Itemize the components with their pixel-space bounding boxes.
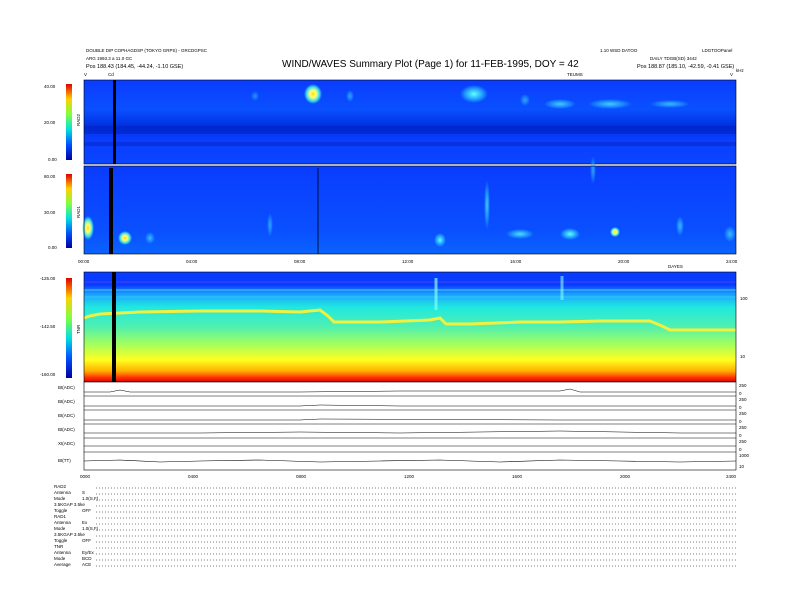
footer-row: 3.5KGAP 3.5ke bbox=[54, 502, 85, 507]
ancillary-panels bbox=[83, 381, 737, 471]
footer-row: Antenna Ey/Ex bbox=[54, 550, 94, 555]
tnr-ytick-mid: -142.50 bbox=[40, 324, 56, 329]
footer-row: TNR bbox=[54, 544, 63, 549]
anc-rtick: 250 bbox=[739, 439, 747, 444]
rad1-xtick: 00:00 bbox=[78, 259, 90, 264]
footer-row-key: Antenna bbox=[54, 550, 71, 555]
anc-label-6: Bt(TT) bbox=[58, 458, 71, 463]
anc-xtick: 1200 bbox=[404, 474, 415, 479]
anc-label-3: Bt(ADC) bbox=[58, 413, 75, 418]
data-gap-bar-tnr bbox=[112, 272, 116, 382]
anc-rtick: 0 bbox=[739, 405, 742, 410]
plot-canvas bbox=[66, 79, 737, 567]
rad2-colorbar bbox=[66, 84, 72, 160]
footer-row: RAD2 bbox=[54, 484, 66, 489]
footer-row: Mode BCD bbox=[54, 556, 92, 561]
footer-row-key: Mode bbox=[54, 496, 66, 501]
anc-rtick: 250 bbox=[739, 383, 747, 388]
rad1-ylabel: RAD1 bbox=[76, 205, 81, 218]
anc-rtick: 250 bbox=[739, 411, 747, 416]
rad2-ytick-bottom: 0.00 bbox=[48, 157, 57, 162]
footer-dotted-lines bbox=[96, 487, 736, 567]
footer-row-key: Antenna bbox=[54, 520, 71, 525]
anc-rtick: 0 bbox=[739, 447, 742, 452]
anc-xtick: 0000 bbox=[80, 474, 91, 479]
footer-row: 3.5KGAP 3.5ke bbox=[54, 532, 85, 537]
anc-xtick: 2400 bbox=[726, 474, 737, 479]
footer-row-key: Toggle bbox=[54, 538, 68, 543]
anc-rtick: 250 bbox=[739, 425, 747, 430]
footer-row: Toggle OFF bbox=[54, 538, 91, 543]
rad1-xtick: 16:00 bbox=[510, 259, 522, 264]
rad2-ytick-top: 40.00 bbox=[44, 84, 56, 89]
anc-xtick: 1600 bbox=[512, 474, 523, 479]
footer-row: Average ACE bbox=[54, 562, 91, 567]
footer-row-key: Mode bbox=[54, 556, 66, 561]
anc-rtick: 250 bbox=[739, 397, 747, 402]
rad1-xtick: 20:00 bbox=[618, 259, 630, 264]
footer-row: Antenna Ex bbox=[54, 520, 87, 525]
data-gap-bar-rad1 bbox=[109, 168, 113, 254]
anc-rtick: 0 bbox=[739, 419, 742, 424]
footer-row-key: TNR bbox=[54, 544, 64, 549]
footer-row-key: Average bbox=[54, 562, 71, 567]
anc-label-5: Xt(ADC) bbox=[58, 441, 75, 446]
anc-xtick: 0800 bbox=[296, 474, 307, 479]
footer-row-key: Antenna bbox=[54, 490, 71, 495]
rad2-ytick-mid: 20.00 bbox=[44, 120, 56, 125]
tnr-ytick-top: -125.00 bbox=[40, 276, 56, 281]
footer-row-value: S bbox=[82, 490, 86, 495]
anc-label-1: Bt(ADC) bbox=[58, 385, 75, 390]
rad2-spectrogram bbox=[83, 79, 737, 165]
rad1-ytick-bottom: 0.00 bbox=[48, 245, 57, 250]
anc-rtick: 10 bbox=[739, 464, 745, 469]
rad1-xtick: 12:00 bbox=[402, 259, 414, 264]
anc-rtick: 0 bbox=[739, 433, 742, 438]
footer-row-key: RAD1 bbox=[54, 514, 67, 519]
anc-rtick: 0 bbox=[739, 391, 742, 396]
rad1-xtick: 04:00 bbox=[186, 259, 198, 264]
rad1-xtick: 08:00 bbox=[294, 259, 306, 264]
anc-label-4: Bt(ADC) bbox=[58, 427, 75, 432]
footer-row: Mode 1.0(S,F) bbox=[54, 526, 98, 531]
tnr-ytick-bottom: -160.00 bbox=[40, 372, 56, 377]
footer-row-value: OFF bbox=[82, 508, 91, 513]
footer-row: RAD1 bbox=[54, 514, 66, 519]
anc-label-2: Bt(ADC) bbox=[58, 399, 75, 404]
tnr-right-tick-10: 10 bbox=[740, 354, 746, 359]
anc-xtick: 2000 bbox=[620, 474, 631, 479]
footer-row-value: ACE bbox=[82, 562, 92, 567]
footer-row-key: Toggle bbox=[54, 508, 68, 513]
footer-row-value: BCD bbox=[82, 556, 92, 561]
footer-row-value: OFF bbox=[82, 538, 91, 543]
rad1-colorbar bbox=[66, 174, 72, 248]
tnr-right-tick-100: 100 bbox=[740, 296, 748, 301]
tnr-colorbar bbox=[66, 278, 72, 378]
data-gap-bar-rad2 bbox=[113, 80, 116, 164]
rad1-x-extra-label: DAYES bbox=[668, 264, 683, 269]
footer-row-key: Mode bbox=[54, 526, 66, 531]
rad1-ytick-mid: 30.00 bbox=[44, 210, 56, 215]
tnr-ylabel: TNR bbox=[76, 324, 81, 334]
rad1-spectrogram bbox=[82, 156, 737, 255]
footer-row: Mode 1.0(S,F) bbox=[54, 496, 98, 501]
footer-row-value: 1.0(S,F) bbox=[82, 496, 99, 501]
footer-row-key: RAD2 bbox=[54, 484, 67, 489]
footer-row-key: 3.5KGAP 3.5ke bbox=[54, 532, 85, 537]
footer-row-value: Ey/Ex bbox=[82, 550, 94, 555]
footer-row-value: Ex bbox=[82, 520, 88, 525]
rad1-xtick: 24:00 bbox=[726, 259, 738, 264]
footer-row-value: 1.0(S,F) bbox=[82, 526, 99, 531]
tnr-spectrogram bbox=[83, 271, 737, 383]
footer-row: Toggle OFF bbox=[54, 508, 91, 513]
anc-rtick: 1000 bbox=[739, 453, 750, 458]
footer-row: Antenna S bbox=[54, 490, 85, 495]
anc-xtick: 0400 bbox=[188, 474, 199, 479]
rad2-ylabel: RAD2 bbox=[76, 113, 81, 126]
rad1-ytick-top: 80.00 bbox=[44, 174, 56, 179]
footer-row-key: 3.5KGAP 3.5ke bbox=[54, 502, 85, 507]
